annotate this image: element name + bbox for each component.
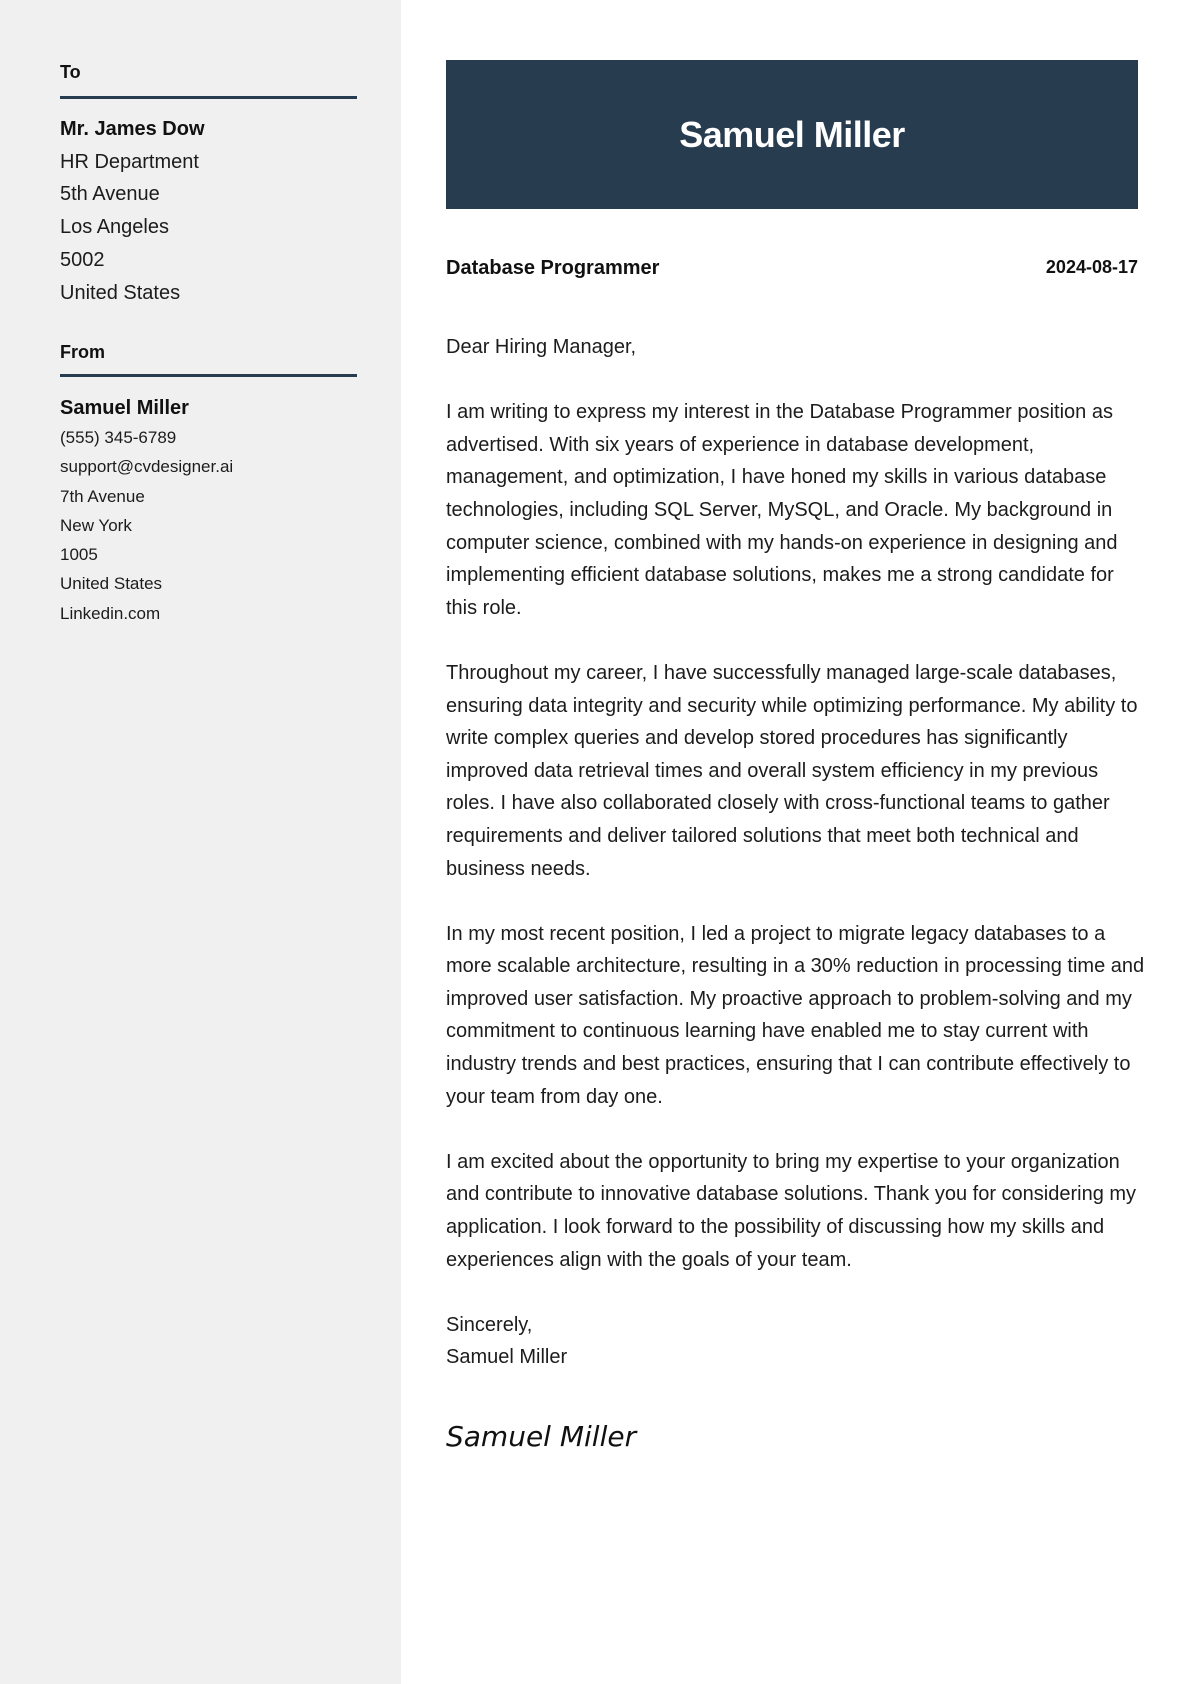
sender-country: United States — [60, 574, 163, 594]
sender-email: support@cvdesigner.ai — [60, 457, 234, 477]
closing-name: Samuel Miller — [446, 1346, 568, 1369]
recipient-street: 5th Avenue — [60, 183, 160, 206]
header-name: Samuel Miller — [679, 113, 905, 155]
sender-website: Linkedin.com — [60, 603, 161, 623]
job-title: Database Programmer — [446, 257, 660, 279]
recipient-zip: 5002 — [60, 248, 105, 271]
sender-address: Samuel Miller (555) 345-6789 support@cvd… — [60, 393, 233, 628]
recipient-city: Los Angeles — [60, 216, 169, 239]
sender-name: Samuel Miller — [60, 397, 189, 419]
signature: Samuel Miller — [446, 1420, 637, 1453]
sender-city: New York — [60, 515, 132, 535]
sender-zip: 1005 — [60, 545, 98, 565]
sidebar: To Mr. James Dow HR Department 5th Avenu… — [0, 0, 401, 1684]
sender-street: 7th Avenue — [60, 486, 145, 506]
body-paragraph: In my most recent position, I led a proj… — [446, 922, 1145, 1108]
to-section-title: To — [60, 62, 81, 82]
salutation: Dear Hiring Manager, — [446, 336, 637, 358]
body-paragraph: I am excited about the opportunity to br… — [446, 1150, 1137, 1271]
from-section-divider — [60, 374, 357, 377]
sender-phone: (555) 345-6789 — [60, 428, 177, 447]
body-paragraph: Throughout my career, I have successfull… — [446, 661, 1138, 880]
recipient-name: Mr. James Dow — [60, 118, 205, 140]
recipient-country: United States — [60, 281, 181, 304]
from-section-title: From — [60, 342, 105, 362]
to-section-divider — [60, 96, 357, 99]
body-paragraph: I am writing to express my interest in t… — [446, 401, 1118, 619]
name-header-banner: Samuel Miller — [446, 60, 1138, 209]
letter-body: Dear Hiring Manager, I am writing to exp… — [446, 331, 1146, 1374]
recipient-department: HR Department — [60, 150, 199, 173]
letter-date: 2024-08-17 — [1045, 257, 1138, 277]
closing: Sincerely, — [446, 1313, 533, 1336]
recipient-address: Mr. James Dow HR Department 5th Avenue L… — [60, 113, 205, 309]
